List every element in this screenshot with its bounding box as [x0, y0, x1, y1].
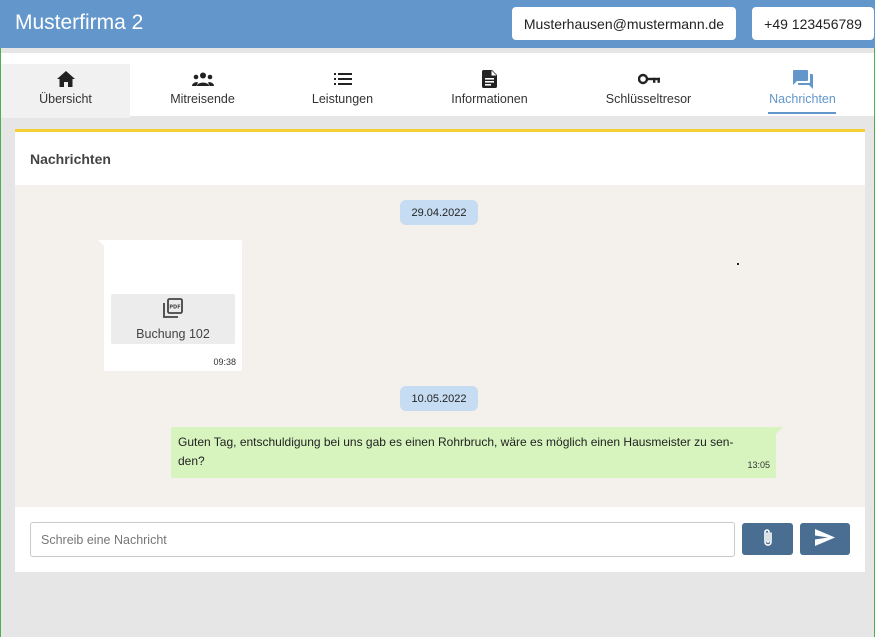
chat-icon — [792, 68, 813, 90]
attachment-buchung[interactable]: PDF Buchung 102 — [111, 294, 235, 344]
window-edge-left — [0, 48, 1, 637]
active-tab-indicator — [768, 112, 836, 114]
date-separator: 10.05.2022 — [400, 386, 478, 411]
date-separator: 29.04.2022 — [400, 200, 478, 225]
tab-informationen[interactable]: Informationen — [425, 64, 554, 118]
tab-label: Nachrichten — [769, 92, 836, 106]
panel-title: Nachrichten — [30, 150, 111, 167]
paperclip-icon — [762, 528, 774, 551]
attachment-name: Buchung 102 — [136, 326, 210, 341]
message-input[interactable] — [30, 522, 735, 557]
chat-history[interactable]: 29.04.2022 PDF Buchung 102 09:38 10.05.2… — [15, 185, 865, 507]
stray-dot — [737, 263, 739, 265]
tab-uebersicht[interactable]: Übersicht — [1, 64, 130, 118]
incoming-message: PDF Buchung 102 09:38 — [98, 240, 242, 371]
tab-mitreisende[interactable]: Mitreisende — [138, 64, 267, 118]
messages-panel: Nachrichten 29.04.2022 PDF Buchung 102 0… — [15, 129, 865, 572]
message-time: 09:38 — [213, 357, 236, 367]
list-icon — [333, 68, 352, 90]
svg-text:PDF: PDF — [169, 304, 180, 310]
app-title: Musterfirma 2 — [15, 11, 144, 34]
tab-label: Übersicht — [39, 92, 92, 106]
tab-schluesseltresor[interactable]: Schlüsseltresor — [584, 64, 713, 118]
send-button[interactable] — [800, 523, 850, 555]
key-icon — [637, 68, 660, 90]
email-chip[interactable]: Musterhausen@mustermann.de — [512, 7, 736, 40]
tab-nachrichten[interactable]: Nachrichten — [738, 64, 867, 118]
tab-label: Leistungen — [311, 92, 374, 106]
phone-chip[interactable]: +49 123456789 — [752, 7, 874, 40]
group-icon — [191, 68, 214, 90]
pdf-icon: PDF — [163, 297, 183, 323]
top-bar: Musterfirma 2 Musterhausen@mustermann.de… — [0, 0, 875, 48]
outgoing-message: Guten Tag, entschuldigung bei uns gab es… — [171, 427, 783, 478]
tab-label: Mitreisende — [170, 92, 235, 106]
message-time: 13:05 — [747, 460, 770, 470]
home-icon — [56, 68, 75, 90]
send-icon — [815, 529, 835, 549]
tab-label: Schlüsseltresor — [605, 92, 692, 106]
document-icon — [482, 68, 497, 90]
message-text: Guten Tag, entschuldigung bei uns gab es… — [178, 435, 734, 468]
attach-button[interactable] — [742, 523, 793, 555]
tab-bar: Übersicht Mitreisende Leistungen Informa… — [1, 53, 874, 118]
tab-leistungen[interactable]: Leistungen — [278, 64, 407, 118]
tab-label: Informationen — [451, 92, 528, 106]
